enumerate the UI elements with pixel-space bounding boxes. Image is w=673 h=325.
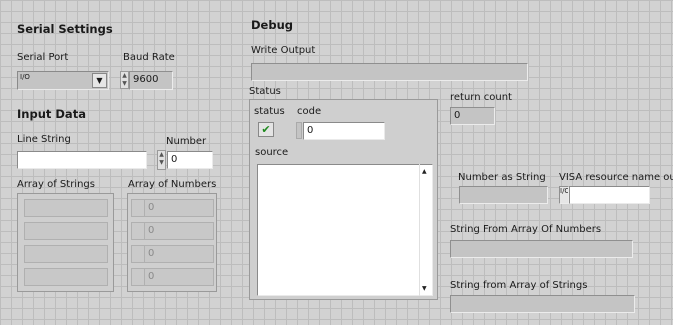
line-string-label: Line String: [17, 134, 71, 145]
write-output-indicator: [251, 63, 528, 81]
code-spinner: [296, 122, 302, 139]
array-string-element[interactable]: [24, 222, 108, 240]
array-index-spinner[interactable]: [131, 245, 145, 263]
baud-rate-label: Baud Rate: [123, 52, 175, 63]
visa-resource-out-indicator: [569, 186, 650, 204]
array-of-strings: [17, 193, 114, 292]
return-count-indicator: 0: [450, 107, 495, 125]
error-status-cluster: status ✔ code 0 source ▲ ▼: [249, 99, 438, 300]
input-data-heading: Input Data: [17, 107, 86, 121]
visa-io-icon: I/O: [20, 73, 30, 81]
number-label: Number: [166, 136, 207, 147]
string-from-array-of-numbers-label: String From Array Of Numbers: [450, 224, 602, 235]
array-number-element[interactable]: 0: [144, 268, 214, 286]
number-input[interactable]: 0: [167, 151, 213, 169]
serial-port-control[interactable]: I/O ▼: [17, 71, 109, 90]
line-string-input[interactable]: [17, 151, 147, 169]
visa-resource-out-label: VISA resource name out: [559, 172, 673, 183]
array-string-element[interactable]: [24, 199, 108, 217]
spin-up-icon[interactable]: ▲: [121, 72, 128, 80]
visa-io-icon: I/O: [559, 186, 569, 204]
return-count-label: return count: [450, 92, 512, 103]
string-from-array-of-numbers-indicator: [450, 240, 633, 258]
code-label: code: [297, 106, 322, 117]
debug-heading: Debug: [251, 18, 293, 32]
array-index-spinner[interactable]: [131, 199, 145, 217]
array-string-element[interactable]: [24, 245, 108, 263]
check-icon: ✔: [258, 122, 274, 137]
status-label: status: [254, 106, 285, 117]
baud-rate-spinner[interactable]: ▲ ▼: [120, 71, 129, 89]
status-cluster-label: Status: [249, 86, 281, 97]
array-index-spinner[interactable]: [131, 222, 145, 240]
source-label: source: [255, 147, 289, 158]
array-index-spinner[interactable]: [131, 268, 145, 286]
write-output-label: Write Output: [251, 45, 316, 56]
number-spinner[interactable]: ▲ ▼: [157, 150, 166, 170]
array-number-element[interactable]: 0: [144, 199, 214, 217]
number-as-string-label: Number as String: [458, 172, 546, 183]
source-textbox: [257, 164, 433, 296]
spin-up-icon[interactable]: ▲: [158, 151, 165, 159]
code-field: 0: [303, 122, 385, 140]
array-of-numbers: 0 0 0 0: [127, 193, 217, 292]
string-from-array-of-strings-indicator: [450, 295, 635, 313]
baud-rate-field[interactable]: 9600: [129, 71, 173, 90]
source-scrollbar[interactable]: ▲ ▼: [419, 164, 433, 296]
spin-down-icon[interactable]: ▼: [158, 159, 165, 167]
serial-port-label: Serial Port: [17, 52, 69, 63]
spin-down-icon[interactable]: ▼: [121, 80, 128, 88]
array-string-element[interactable]: [24, 268, 108, 286]
array-number-element[interactable]: 0: [144, 245, 214, 263]
scroll-up-icon[interactable]: ▲: [422, 168, 427, 175]
array-of-numbers-label: Array of Numbers: [128, 179, 217, 190]
serial-settings-heading: Serial Settings: [17, 22, 113, 36]
array-number-element[interactable]: 0: [144, 222, 214, 240]
array-of-strings-label: Array of Strings: [17, 179, 95, 190]
number-as-string-indicator: [459, 186, 548, 204]
string-from-array-of-strings-label: String from Array of Strings: [450, 280, 588, 291]
scroll-down-icon[interactable]: ▼: [422, 285, 427, 292]
chevron-down-icon[interactable]: ▼: [92, 73, 107, 88]
